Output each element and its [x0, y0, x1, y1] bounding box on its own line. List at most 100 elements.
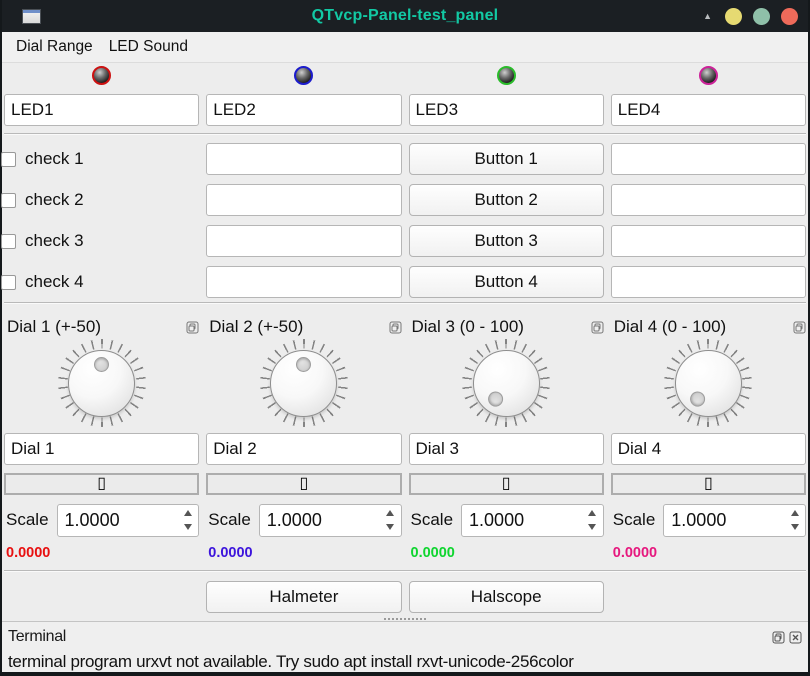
check-3-checkbox[interactable] — [1, 234, 16, 249]
maximize-button[interactable] — [753, 8, 770, 25]
dial-3-knob[interactable] — [462, 339, 550, 427]
float-dock-icon[interactable] — [389, 321, 402, 334]
spin-up-button[interactable] — [383, 507, 398, 520]
dial-header-row: Dial 1 (+-50) Dial 2 (+-50) Dial 3 (0 - … — [4, 315, 806, 339]
dial-3-label: Dial 3 (0 - 100) — [412, 317, 524, 337]
close-dock-icon[interactable] — [789, 631, 802, 644]
led-4-name-input[interactable] — [611, 94, 806, 126]
led-1-indicator — [92, 66, 111, 85]
splitter-grip[interactable] — [4, 613, 806, 621]
scale-3-spinbox[interactable]: 1.0000 — [461, 504, 604, 537]
knob-indicator-dot — [94, 357, 109, 372]
status-3-input[interactable] — [611, 225, 806, 257]
shade-window-icon[interactable]: ▲ — [701, 10, 714, 23]
scale-1-label: Scale — [6, 510, 49, 530]
entry-2-input[interactable] — [206, 184, 401, 216]
dial-2-progressbar: ▯ — [206, 473, 401, 495]
close-button[interactable] — [781, 8, 798, 25]
spin-up-button[interactable] — [180, 507, 195, 520]
halscope-button[interactable]: Halscope — [409, 581, 604, 613]
menu-dial-range[interactable]: Dial Range — [10, 35, 99, 59]
dial-3-name-input[interactable] — [409, 433, 604, 465]
button-3[interactable]: Button 3 — [409, 225, 604, 257]
led-1-name-input[interactable] — [4, 94, 199, 126]
separator — [4, 570, 806, 572]
check-row-4: check 4 Button 4 — [4, 266, 806, 298]
app-window: QTvcp-Panel-test_panel ▲ Dial Range LED … — [0, 0, 810, 676]
float-dock-icon[interactable] — [186, 321, 199, 334]
dial-4-progressbar: ▯ — [611, 473, 806, 495]
readout-row: 0.0000 0.0000 0.0000 0.0000 — [4, 543, 806, 563]
window-title: QTvcp-Panel-test_panel — [2, 7, 808, 25]
entry-4-input[interactable] — [206, 266, 401, 298]
scale-2-spinbox[interactable]: 1.0000 — [259, 504, 402, 537]
check-3-label: check 3 — [25, 231, 84, 251]
led-4-indicator — [699, 66, 718, 85]
spin-down-button[interactable] — [787, 521, 802, 534]
dial-4-label: Dial 4 (0 - 100) — [614, 317, 726, 337]
check-4-checkbox[interactable] — [1, 275, 16, 290]
led-2-name-input[interactable] — [206, 94, 401, 126]
dial-name-row — [4, 433, 806, 465]
status-4-input[interactable] — [611, 266, 806, 298]
scale-1-spinbox[interactable]: 1.0000 — [57, 504, 200, 537]
led-indicator-row — [4, 63, 806, 87]
check-2-label: check 2 — [25, 190, 84, 210]
spin-down-button[interactable] — [180, 521, 195, 534]
entry-1-input[interactable] — [206, 143, 401, 175]
spin-down-button[interactable] — [383, 521, 398, 534]
dial-1-name-input[interactable] — [4, 433, 199, 465]
spin-up-button[interactable] — [787, 507, 802, 520]
check-row-1: check 1 Button 1 — [4, 143, 806, 175]
knob-indicator-dot — [296, 357, 311, 372]
entry-3-input[interactable] — [206, 225, 401, 257]
float-dock-icon[interactable] — [591, 321, 604, 334]
menu-led-sound[interactable]: LED Sound — [103, 35, 194, 59]
led-3-name-input[interactable] — [409, 94, 604, 126]
dial-4-readout: 0.0000 — [611, 545, 806, 561]
dial-1-readout: 0.0000 — [4, 545, 199, 561]
spin-down-button[interactable] — [585, 521, 600, 534]
separator — [4, 302, 806, 304]
scale-4-spinbox[interactable]: 1.0000 — [663, 504, 806, 537]
float-dock-icon[interactable] — [793, 321, 806, 334]
button-4[interactable]: Button 4 — [409, 266, 604, 298]
scale-row: Scale 1.0000 Scale 1.0000 — [4, 503, 806, 537]
missing-glyph: ▯ — [97, 476, 106, 492]
menu-bar: Dial Range LED Sound — [2, 32, 808, 63]
dial-2-knob[interactable] — [260, 339, 348, 427]
check-2-checkbox[interactable] — [1, 193, 16, 208]
check-4-label: check 4 — [25, 272, 84, 292]
scale-1-value: 1.0000 — [58, 510, 120, 531]
hal-tools-row: Halmeter Halscope — [4, 581, 806, 613]
dial-1-knob[interactable] — [58, 339, 146, 427]
dial-3-readout: 0.0000 — [409, 545, 604, 561]
terminal-message: terminal program urxvt not available. Tr… — [8, 652, 802, 672]
button-2[interactable]: Button 2 — [409, 184, 604, 216]
check-1-checkbox[interactable] — [1, 152, 16, 167]
float-dock-icon[interactable] — [772, 631, 785, 644]
knob-indicator-dot — [485, 388, 506, 409]
dial-1-progressbar: ▯ — [4, 473, 199, 495]
dial-1-label: Dial 1 (+-50) — [7, 317, 101, 337]
scale-3-label: Scale — [411, 510, 454, 530]
dial-3-progressbar: ▯ — [409, 473, 604, 495]
spin-up-button[interactable] — [585, 507, 600, 520]
dial-4-name-input[interactable] — [611, 433, 806, 465]
title-bar: QTvcp-Panel-test_panel ▲ — [2, 0, 808, 32]
minimize-button[interactable] — [725, 8, 742, 25]
status-1-input[interactable] — [611, 143, 806, 175]
progress-row: ▯ ▯ ▯ ▯ — [4, 473, 806, 495]
status-2-input[interactable] — [611, 184, 806, 216]
dial-4-knob[interactable] — [664, 339, 752, 427]
led-2-indicator — [294, 66, 313, 85]
halmeter-button[interactable]: Halmeter — [206, 581, 401, 613]
terminal-titlebar: Terminal — [8, 625, 802, 649]
separator — [4, 133, 806, 135]
dial-2-name-input[interactable] — [206, 433, 401, 465]
check-row-2: check 2 Button 2 — [4, 184, 806, 216]
scale-2-value: 1.0000 — [260, 510, 322, 531]
button-1[interactable]: Button 1 — [409, 143, 604, 175]
dial-2-readout: 0.0000 — [206, 545, 401, 561]
dial-2-label: Dial 2 (+-50) — [209, 317, 303, 337]
